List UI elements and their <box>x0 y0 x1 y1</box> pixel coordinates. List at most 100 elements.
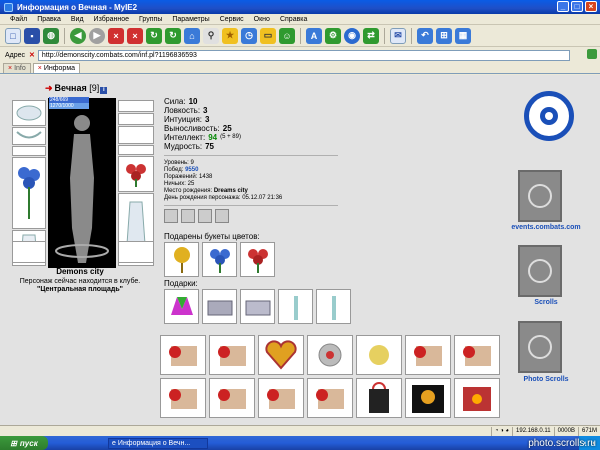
slot-ring-row-2[interactable] <box>118 113 154 125</box>
gift-gold-flower[interactable] <box>356 335 402 375</box>
layout-icon[interactable]: ▦ <box>455 27 471 44</box>
menu-window[interactable]: Окно <box>254 16 270 23</box>
gift-rose-envelope[interactable] <box>209 378 255 418</box>
proxy-icon[interactable]: ⇄ <box>363 27 379 44</box>
menu-help[interactable]: Справка <box>280 16 307 23</box>
character-city: Demons city <box>56 267 104 276</box>
gift-box-1[interactable] <box>202 289 237 324</box>
events-link[interactable]: events.combats.com <box>506 224 586 231</box>
menu-groups[interactable]: Группы <box>139 16 162 23</box>
info-label: Поражений: <box>164 174 198 180</box>
gift-shopping-bag[interactable] <box>356 378 402 418</box>
tab-info[interactable]: × Info <box>3 63 31 73</box>
stop-all-icon[interactable]: × <box>127 27 143 44</box>
menu-tools[interactable]: Сервис <box>220 16 244 23</box>
gift-jester-hat[interactable] <box>164 289 199 324</box>
tab-close-icon[interactable]: × <box>38 65 42 72</box>
maximize-button[interactable]: □ <box>571 1 583 12</box>
bouquet-blue[interactable] <box>202 242 237 277</box>
tools-icon[interactable]: ⚙ <box>325 27 341 44</box>
slot-belt[interactable] <box>12 146 46 156</box>
events-banner[interactable] <box>518 170 562 222</box>
gift-rose-envelope[interactable] <box>405 335 451 375</box>
menu-view[interactable]: Вид <box>71 16 84 23</box>
scrolls-banner[interactable] <box>518 245 562 297</box>
gift-card[interactable] <box>454 378 500 418</box>
favorites-icon[interactable]: ★ <box>222 27 238 44</box>
stop-icon[interactable]: × <box>108 27 124 44</box>
web-icon[interactable]: ◉ <box>344 27 360 44</box>
photo-scrolls-banner[interactable] <box>518 321 562 373</box>
slot-shield-bouquet[interactable] <box>118 156 154 192</box>
info-icon[interactable]: i <box>100 87 108 94</box>
stat-endurance: Выносливость: 25 <box>164 124 241 133</box>
tab-close-icon[interactable]: × <box>8 65 12 72</box>
slot-ring-row[interactable] <box>118 100 154 112</box>
badge-icon[interactable] <box>215 209 229 223</box>
menu-file[interactable]: Файл <box>10 16 27 23</box>
gift-rose-envelope[interactable] <box>307 378 353 418</box>
history-icon[interactable]: ◷ <box>241 27 257 44</box>
folder-icon[interactable]: ▭ <box>260 27 276 44</box>
bouquet-red[interactable] <box>240 242 275 277</box>
gift-ornament[interactable] <box>307 335 353 375</box>
menu-favorites[interactable]: Избранное <box>94 16 129 23</box>
globe-icon[interactable]: ◍ <box>43 27 59 44</box>
gift-box-2[interactable] <box>240 289 275 324</box>
slot-extra[interactable] <box>118 241 154 263</box>
back-icon[interactable]: ◀ <box>70 27 86 44</box>
menu-options[interactable]: Параметры <box>172 16 209 23</box>
start-button[interactable]: ⊞ пуск <box>0 436 48 450</box>
slot-boots[interactable] <box>12 241 46 263</box>
save-icon[interactable]: ▪ <box>24 27 40 44</box>
gift-heart[interactable] <box>258 335 304 375</box>
slot-bracer[interactable] <box>118 145 154 155</box>
refresh-icon[interactable]: ↻ <box>146 27 162 44</box>
font-size-icon[interactable]: A <box>306 27 322 44</box>
close-button[interactable]: × <box>585 1 597 12</box>
gift-rose-envelope[interactable] <box>160 378 206 418</box>
taskbar-window-label: Информация о Вечн... <box>117 439 191 447</box>
user-icon[interactable]: ☺ <box>279 27 295 44</box>
slot-gloves[interactable] <box>118 126 154 144</box>
stat-value: 94 <box>208 133 218 142</box>
slot-necklace[interactable] <box>12 127 46 145</box>
gift-fireworks[interactable] <box>405 378 451 418</box>
new-window-icon[interactable]: □ <box>5 27 21 44</box>
undo-icon[interactable]: ↶ <box>417 27 433 44</box>
minimize-button[interactable]: _ <box>557 1 569 12</box>
badge-icon[interactable] <box>164 209 178 223</box>
go-button[interactable] <box>587 49 597 59</box>
window-titlebar: Информация о Вечная - MyIE2 _ □ × <box>0 0 600 14</box>
toolbar-separator <box>411 27 412 44</box>
collect-icon[interactable]: ⊞ <box>436 27 452 44</box>
gift-rose-envelope[interactable] <box>454 335 500 375</box>
gift-rose-envelope[interactable] <box>209 335 255 375</box>
combats-logo[interactable] <box>524 91 574 141</box>
menu-edit[interactable]: Правка <box>37 16 61 23</box>
stat-agility: Ловкость: 3 <box>164 106 241 115</box>
scrolls-link[interactable]: Scrolls <box>506 299 586 306</box>
address-input[interactable]: http://demonscity.combats.com/inf.pl?119… <box>37 49 570 61</box>
home-icon[interactable]: ⌂ <box>184 27 200 44</box>
badge-icon[interactable] <box>181 209 195 223</box>
club-status-text: Персонаж сейчас находится в клубе. <box>19 278 141 285</box>
slot-earrings[interactable] <box>12 100 46 126</box>
badge-icon[interactable] <box>198 209 212 223</box>
slot-weapon-bouquet[interactable] <box>12 157 46 229</box>
toolbar-separator <box>300 27 301 44</box>
refresh-all-icon[interactable]: ↻ <box>165 27 181 44</box>
gift-candle-1[interactable] <box>278 289 313 324</box>
taskbar-window-item[interactable]: e Информация о Вечн... <box>108 437 208 449</box>
gift-candle-2[interactable] <box>316 289 351 324</box>
forward-icon[interactable]: ▶ <box>89 27 105 44</box>
mail-icon[interactable]: ✉ <box>390 27 406 44</box>
stats-block: Сила: 10 Ловкость: 3 Интуиция: 3 Выносливос… <box>164 97 241 151</box>
photo-scrolls-link[interactable]: Photo Scrolls <box>506 376 586 383</box>
bouquet-gold[interactable] <box>164 242 199 277</box>
gift-rose-envelope[interactable] <box>258 378 304 418</box>
search-icon[interactable]: ⚲ <box>203 27 219 44</box>
tab-information[interactable]: × Информа <box>32 63 81 73</box>
clear-address-icon[interactable]: ✕ <box>29 51 35 59</box>
gift-rose-envelope[interactable] <box>160 335 206 375</box>
